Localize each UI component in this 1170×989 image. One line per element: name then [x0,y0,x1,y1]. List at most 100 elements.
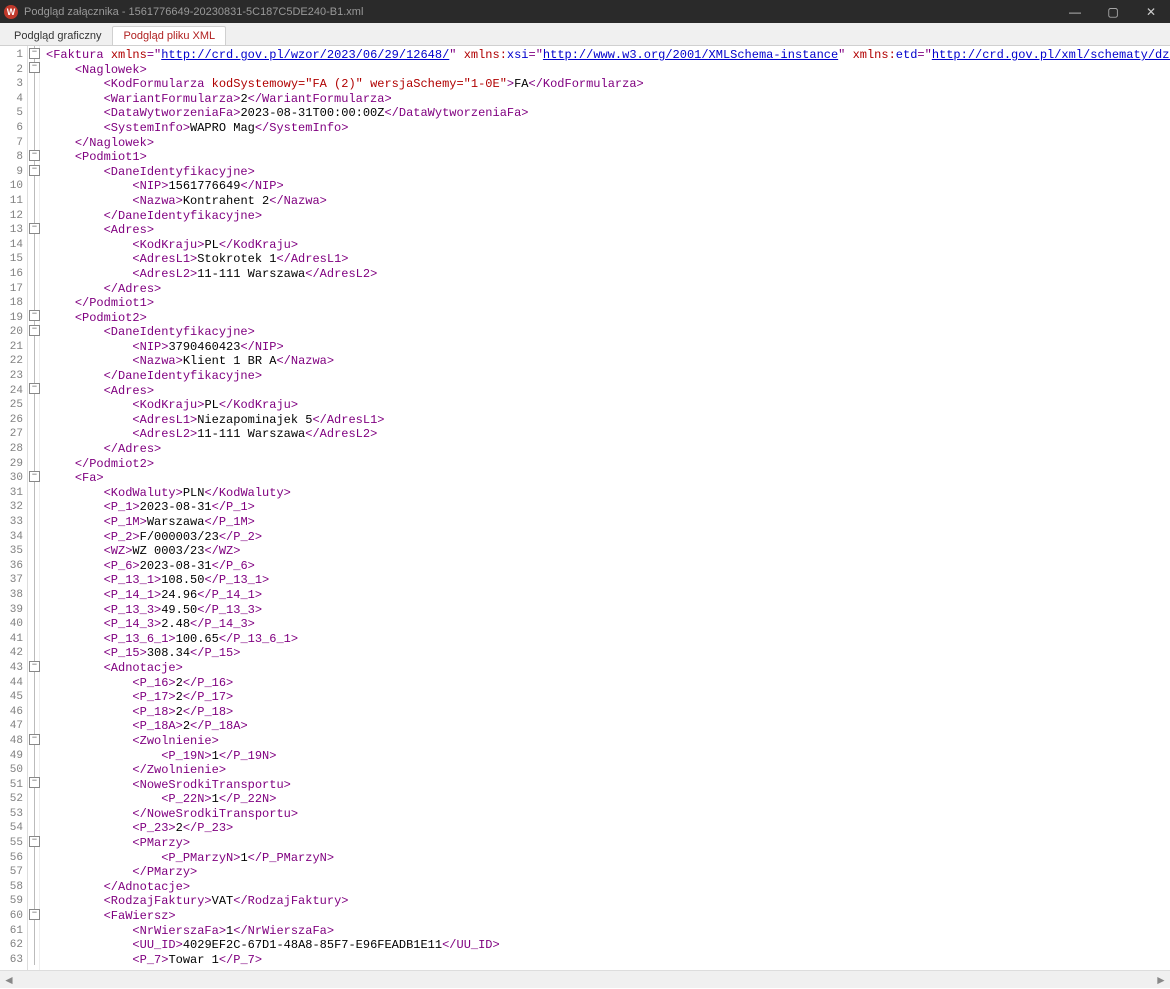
code-line[interactable]: </PMarzy> [46,865,1164,880]
code-line[interactable]: <P_19N>1</P_19N> [46,749,1164,764]
fold-toggle-icon[interactable] [28,61,39,76]
code-line[interactable]: <RodzajFaktury>VAT</RodzajFaktury> [46,894,1164,909]
line-number: 1 [8,48,23,63]
code-line[interactable]: <AdresL2>11-111 Warszawa</AdresL2> [46,267,1164,282]
code-line[interactable]: <UU_ID>4029EF2C-67D1-48A8-85F7-E96FEADB1… [46,938,1164,953]
code-line[interactable]: <NIP>3790460423</NIP> [46,340,1164,355]
line-number: 21 [8,340,23,355]
line-number: 35 [8,544,23,559]
fold-toggle-icon[interactable] [28,148,39,163]
maximize-button[interactable]: ▢ [1094,0,1132,23]
code-line[interactable]: <P_16>2</P_16> [46,676,1164,691]
code-line[interactable]: <P_14_3>2.48</P_14_3> [46,617,1164,632]
code-line[interactable]: <KodFormularza kodSystemowy="FA (2)" wer… [46,77,1164,92]
code-content[interactable]: <Faktura xmlns="http://crd.gov.pl/wzor/2… [40,46,1170,970]
code-line[interactable]: <P_18A>2</P_18A> [46,719,1164,734]
fold-guide [28,90,39,105]
code-line[interactable]: <P_13_1>108.50</P_13_1> [46,573,1164,588]
scrollbar-track[interactable] [18,973,1152,987]
code-line[interactable]: <P_7>Towar 1</P_7> [46,953,1164,968]
code-line[interactable]: </DaneIdentyfikacyjne> [46,209,1164,224]
fold-toggle-icon[interactable] [28,323,39,338]
code-line[interactable]: <Fa> [46,471,1164,486]
code-line[interactable]: <Podmiot2> [46,311,1164,326]
code-line[interactable]: <P_1>2023-08-31</P_1> [46,500,1164,515]
code-line[interactable]: </Adres> [46,282,1164,297]
code-line[interactable]: <P_13_6_1>100.65</P_13_6_1> [46,632,1164,647]
line-number: 33 [8,515,23,530]
code-line[interactable]: <PMarzy> [46,836,1164,851]
code-line[interactable]: <DataWytworzeniaFa>2023-08-31T00:00:00Z<… [46,106,1164,121]
code-line[interactable]: <NrWierszaFa>1</NrWierszaFa> [46,924,1164,939]
code-line[interactable]: <SystemInfo>WAPRO Mag</SystemInfo> [46,121,1164,136]
fold-guide [28,688,39,703]
code-line[interactable]: </Zwolnienie> [46,763,1164,778]
fold-guide [28,294,39,309]
line-number: 39 [8,603,23,618]
code-line[interactable]: <Adres> [46,223,1164,238]
fold-toggle-icon[interactable] [28,309,39,324]
scroll-left-icon[interactable]: ◄ [0,971,18,989]
code-line[interactable]: <Podmiot1> [46,150,1164,165]
code-line[interactable]: <AdresL1>Stokrotek 1</AdresL1> [46,252,1164,267]
code-line[interactable]: <KodKraju>PL</KodKraju> [46,398,1164,413]
code-line[interactable]: <P_22N>1</P_22N> [46,792,1164,807]
code-line[interactable]: </Podmiot2> [46,457,1164,472]
code-line[interactable]: <Nazwa>Kontrahent 2</Nazwa> [46,194,1164,209]
code-line[interactable]: <Adnotacje> [46,661,1164,676]
code-line[interactable]: <P_23>2</P_23> [46,821,1164,836]
close-button[interactable]: ✕ [1132,0,1170,23]
tab-xml-preview[interactable]: Podgląd pliku XML [112,26,226,45]
tab-graphic-preview[interactable]: Podgląd graficzny [3,26,112,45]
code-line[interactable]: </Adres> [46,442,1164,457]
code-line[interactable]: <P_15>308.34</P_15> [46,646,1164,661]
code-line[interactable]: </Adnotacje> [46,880,1164,895]
code-line[interactable]: <AdresL1>Niezapominajek 5</AdresL1> [46,413,1164,428]
code-line[interactable]: </NoweSrodkiTransportu> [46,807,1164,822]
code-line[interactable]: <KodWaluty>PLN</KodWaluty> [46,486,1164,501]
code-line[interactable]: <NoweSrodkiTransportu> [46,778,1164,793]
code-line[interactable]: <Zwolnienie> [46,734,1164,749]
fold-toggle-icon[interactable] [28,46,39,61]
code-line[interactable]: <NIP>1561776649</NIP> [46,179,1164,194]
code-line[interactable]: <Adres> [46,384,1164,399]
fold-toggle-icon[interactable] [28,907,39,922]
horizontal-scrollbar[interactable]: ◄ ► [0,970,1170,988]
code-line[interactable]: <P_PMarzyN>1</P_PMarzyN> [46,851,1164,866]
fold-gutter[interactable] [28,46,40,970]
fold-toggle-icon[interactable] [28,732,39,747]
fold-toggle-icon[interactable] [28,163,39,178]
fold-toggle-icon[interactable] [28,659,39,674]
fold-toggle-icon[interactable] [28,382,39,397]
code-line[interactable]: <P_2>F/000003/23</P_2> [46,530,1164,545]
code-line[interactable]: <DaneIdentyfikacyjne> [46,325,1164,340]
code-line[interactable]: <AdresL2>11-111 Warszawa</AdresL2> [46,427,1164,442]
fold-toggle-icon[interactable] [28,221,39,236]
fold-toggle-icon[interactable] [28,776,39,791]
code-line[interactable]: <Naglowek> [46,63,1164,78]
minimize-button[interactable]: — [1056,0,1094,23]
code-line[interactable]: <P_17>2</P_17> [46,690,1164,705]
scroll-right-icon[interactable]: ► [1152,971,1170,989]
line-number: 38 [8,588,23,603]
code-line[interactable]: <Faktura xmlns="http://crd.gov.pl/wzor/2… [46,48,1164,63]
fold-guide [28,236,39,251]
code-line[interactable]: <Nazwa>Klient 1 BR A</Nazwa> [46,354,1164,369]
fold-toggle-icon[interactable] [28,469,39,484]
code-line[interactable]: </DaneIdentyfikacyjne> [46,369,1164,384]
code-line[interactable]: <P_13_3>49.50</P_13_3> [46,603,1164,618]
code-line[interactable]: <FaWiersz> [46,909,1164,924]
code-line[interactable]: <WZ>WZ 0003/23</WZ> [46,544,1164,559]
fold-toggle-icon[interactable] [28,834,39,849]
code-line[interactable]: </Podmiot1> [46,296,1164,311]
line-number: 44 [8,676,23,691]
code-line[interactable]: <P_14_1>24.96</P_14_1> [46,588,1164,603]
fold-guide [28,455,39,470]
code-line[interactable]: <DaneIdentyfikacyjne> [46,165,1164,180]
code-line[interactable]: <P_18>2</P_18> [46,705,1164,720]
code-line[interactable]: <P_1M>Warszawa</P_1M> [46,515,1164,530]
code-line[interactable]: <P_6>2023-08-31</P_6> [46,559,1164,574]
code-line[interactable]: <WariantFormularza>2</WariantFormularza> [46,92,1164,107]
code-line[interactable]: </Naglowek> [46,136,1164,151]
code-line[interactable]: <KodKraju>PL</KodKraju> [46,238,1164,253]
